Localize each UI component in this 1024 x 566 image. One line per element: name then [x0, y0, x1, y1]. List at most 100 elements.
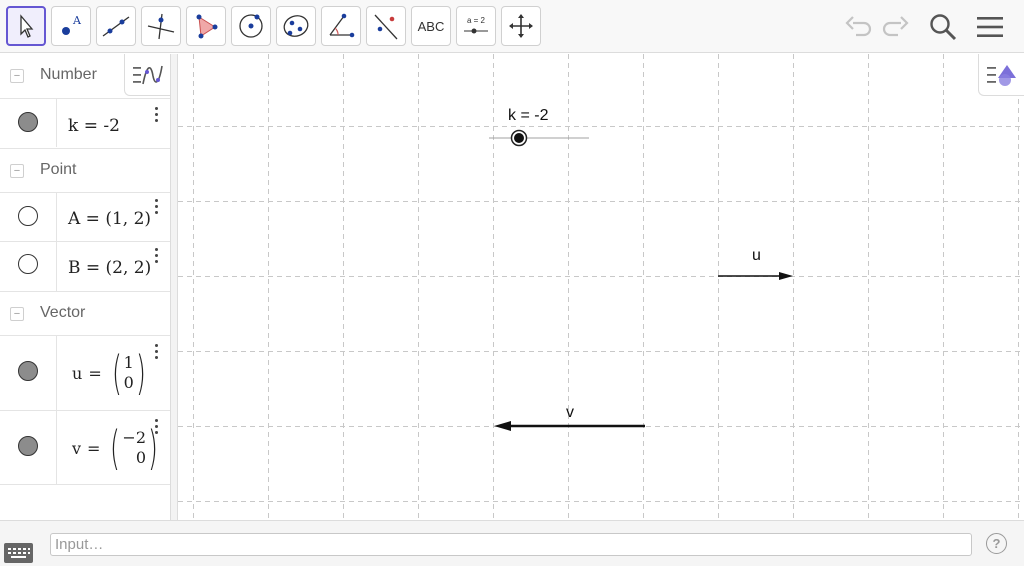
collapse-icon[interactable]: − [10, 307, 24, 321]
vector-u-label[interactable]: u [752, 247, 761, 265]
slider-tool-icon: a = 2 [464, 16, 488, 34]
view-splitter[interactable] [171, 54, 178, 520]
circle-tool[interactable] [231, 6, 271, 46]
line-tool[interactable] [96, 6, 136, 46]
line-tool-icon [102, 16, 130, 37]
algebra-definition[interactable]: v = ( −2 0 ) [72, 425, 162, 471]
reflect-tool-icon [374, 14, 398, 40]
undo-icon [845, 16, 872, 37]
algebra-row-A[interactable]: A = (1, 2) [0, 192, 170, 241]
circle-center-point-tool-icon [239, 14, 263, 38]
vector-v[interactable] [494, 421, 645, 431]
ellipse-tool-icon [283, 15, 309, 37]
vector-name: v [72, 438, 82, 458]
collapse-icon[interactable]: − [10, 69, 24, 83]
move-graphics-view-tool[interactable] [501, 6, 541, 46]
marble-cell [0, 336, 57, 410]
algebra-view: − Number k = -2 − Point A = (1, 2) B = (… [0, 54, 171, 520]
visibility-toggle-A[interactable] [18, 206, 38, 226]
point-tool[interactable]: A [51, 6, 91, 46]
marble-cell [0, 99, 57, 147]
group-vector-header[interactable]: − Vector [0, 291, 170, 335]
perpendicular-line-tool[interactable] [141, 6, 181, 46]
collapse-icon[interactable]: − [10, 164, 24, 178]
algebra-row-B[interactable]: B = (2, 2) [0, 241, 170, 291]
visibility-toggle-k[interactable] [18, 112, 38, 132]
graphics-view[interactable]: k = -2 u v [178, 54, 1024, 520]
marble-cell [0, 193, 57, 241]
vector-x: 1 [123, 353, 134, 372]
vector-u-arrowhead [779, 272, 793, 280]
right-paren: ) [135, 346, 146, 400]
vector-v-label[interactable]: v [566, 404, 574, 422]
algebra-definition[interactable]: k = -2 [68, 116, 120, 136]
visibility-toggle-u[interactable] [18, 361, 38, 381]
svg-text:a = 2: a = 2 [467, 16, 486, 25]
move-graphics-view-tool-icon [509, 14, 533, 38]
group-label: Point [40, 161, 77, 178]
algebra-definition[interactable]: A = (1, 2) [68, 209, 151, 229]
algebra-row-u[interactable]: u = ( 1 0 ) [0, 335, 170, 410]
more-options-icon[interactable] [155, 248, 159, 264]
visibility-toggle-B[interactable] [18, 254, 38, 274]
marble-cell [0, 242, 57, 291]
more-options-icon[interactable] [155, 344, 159, 360]
toolbar: A ABC a = 2 [0, 0, 1024, 53]
group-point-header[interactable]: − Point [0, 148, 170, 192]
vector-y: 0 [135, 448, 146, 467]
slider-label[interactable]: k = -2 [508, 107, 548, 125]
more-options-icon[interactable] [155, 199, 159, 215]
left-paren: ( [111, 346, 122, 400]
algebra-list-end [0, 484, 170, 485]
graphics-canvas[interactable] [178, 54, 1024, 520]
algebra-definition[interactable]: u = ( 1 0 ) [72, 350, 150, 396]
geogebra-app: A ABC a = 2 − Number k = -2 − Point A = … [0, 0, 1024, 566]
redo-icon [882, 16, 909, 37]
vector-v-arrowhead [494, 421, 511, 431]
search-icon [930, 14, 957, 41]
algebra-definition[interactable]: B = (2, 2) [68, 258, 151, 278]
polygon-tool[interactable] [186, 6, 226, 46]
algebra-row-k[interactable]: k = -2 [0, 98, 170, 147]
main-menu-button[interactable] [973, 10, 1007, 44]
vector-name: u [72, 363, 83, 383]
algebra-row-v[interactable]: v = ( −2 0 ) [0, 410, 170, 485]
svg-text:A: A [72, 14, 82, 27]
group-label: Vector [40, 304, 86, 321]
marble-cell [0, 411, 57, 485]
algebra-style-bar-button[interactable] [124, 54, 170, 96]
polygon-tool-icon [196, 14, 218, 39]
graphics-view-style-icon [986, 64, 1016, 86]
vector-components: 1 0 [124, 353, 134, 393]
text-tool-icon: ABC [417, 18, 445, 34]
slider-tool[interactable]: a = 2 [456, 6, 496, 46]
input-bar: Input… ? [0, 520, 1024, 566]
undo-button[interactable] [842, 10, 876, 44]
visibility-toggle-v[interactable] [18, 436, 38, 456]
graphics-style-bar-button[interactable] [978, 54, 1024, 96]
keyboard-button[interactable] [4, 543, 33, 563]
text-tool[interactable]: ABC [411, 6, 451, 46]
keyboard-icon [8, 548, 30, 558]
vector-u[interactable] [718, 272, 793, 280]
angle-tool[interactable] [321, 6, 361, 46]
redo-button[interactable] [878, 10, 912, 44]
slider-knob-center [514, 133, 524, 143]
algebra-input-field[interactable]: Input… [50, 533, 972, 556]
help-button[interactable]: ? [986, 533, 1007, 554]
vector-components: −2 0 [122, 428, 146, 468]
ellipse-tool[interactable] [276, 6, 316, 46]
move-tool[interactable] [6, 6, 46, 46]
more-options-icon[interactable] [155, 419, 159, 435]
group-label: Number [40, 66, 97, 83]
vector-y: 0 [123, 373, 134, 392]
menu-icon [977, 17, 1003, 37]
equals-sign: = [87, 438, 101, 458]
algebra-view-style-icon [133, 65, 163, 84]
slider-k[interactable] [489, 129, 589, 147]
search-button[interactable] [926, 10, 960, 44]
point-tool-icon: A [62, 14, 82, 35]
perpendicular-line-tool-icon [147, 13, 175, 40]
reflect-tool[interactable] [366, 6, 406, 46]
more-options-icon[interactable] [155, 107, 159, 123]
